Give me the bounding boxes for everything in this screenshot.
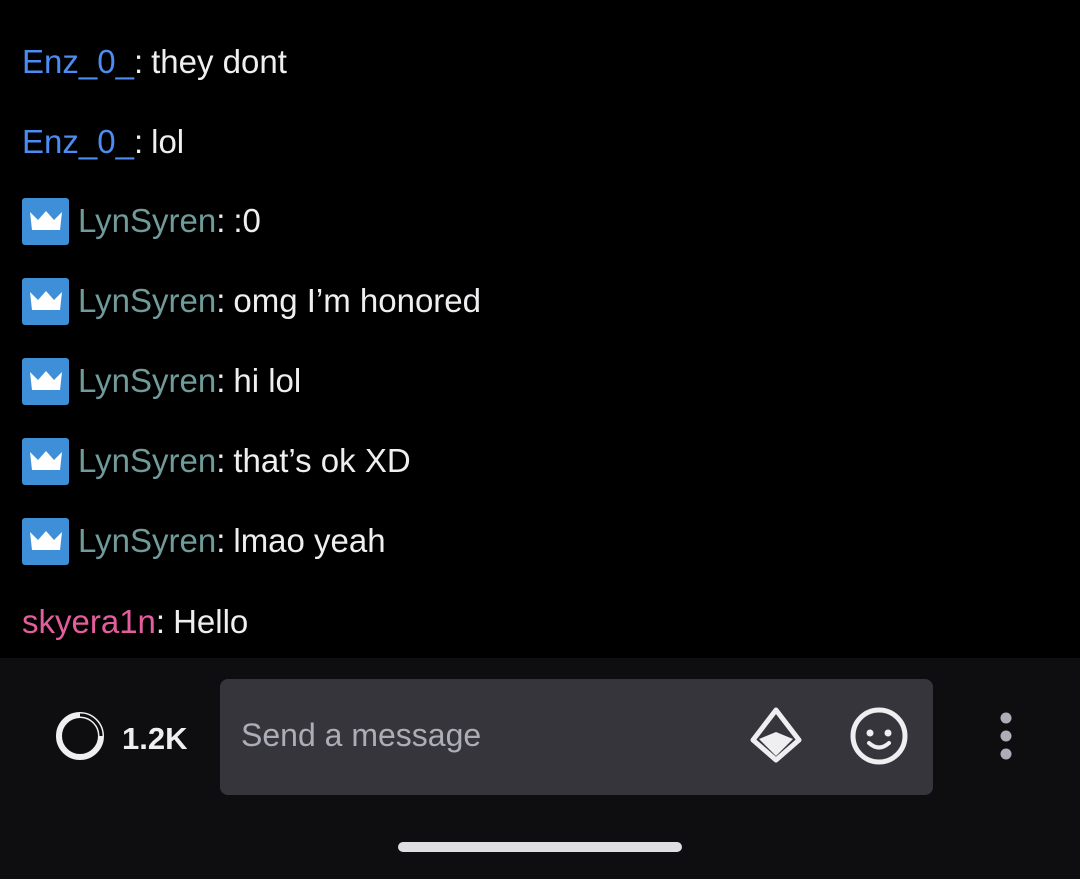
chat-separator: :: [216, 442, 226, 479]
message-input-placeholder: Send a message: [241, 717, 482, 753]
chat-text: lol: [151, 123, 185, 160]
viewer-count-button[interactable]: 1.2K: [54, 710, 187, 767]
chat-message: LynSyren : omg I’m honored: [22, 276, 481, 326]
crown-badge-icon[interactable]: [22, 197, 69, 245]
emote-icon: [849, 706, 909, 771]
chat-username[interactable]: LynSyren: [78, 282, 216, 320]
chat-username[interactable]: LynSyren: [78, 442, 216, 480]
chat-text: hi lol: [233, 362, 302, 399]
chat-text: lmao yeah: [233, 522, 386, 559]
chat-text: omg I’m honored: [233, 282, 481, 319]
chat-message: Enz_0_ : lol: [22, 117, 184, 167]
chat-message: LynSyren : hi lol: [22, 356, 301, 406]
emote-button[interactable]: [848, 707, 910, 769]
chat-list: Enz_0_ : they dont Enz_0_ : lol LynSyren…: [0, 0, 1080, 658]
chat-text: Hello: [173, 603, 249, 640]
chat-username[interactable]: LynSyren: [78, 202, 216, 240]
chat-text: they dont: [151, 43, 287, 80]
chat-message: skyera1n : Hello: [22, 597, 248, 647]
message-input[interactable]: Send a message: [220, 679, 933, 795]
chat-username[interactable]: Enz_0_: [22, 123, 134, 161]
chat-message: LynSyren : lmao yeah: [22, 516, 386, 566]
viewer-count-label: 1.2K: [122, 720, 188, 756]
crown-badge-icon[interactable]: [22, 517, 69, 565]
bits-button[interactable]: [748, 707, 804, 767]
chat-separator: :: [155, 603, 166, 640]
chat-text: :0: [233, 202, 261, 239]
chat-separator: :: [216, 282, 226, 319]
chat-separator: :: [216, 202, 226, 239]
chat-username[interactable]: LynSyren: [78, 362, 216, 400]
chat-message: LynSyren : :0: [22, 196, 261, 246]
chat-separator: :: [216, 522, 226, 559]
more-options-button[interactable]: [990, 708, 1022, 768]
chat-message: Enz_0_ : they dont: [22, 37, 287, 87]
chat-separator: :: [216, 362, 226, 399]
chat-message: LynSyren : that’s ok XD: [22, 436, 411, 486]
chat-username[interactable]: Enz_0_: [22, 43, 134, 81]
chat-username[interactable]: LynSyren: [78, 522, 216, 560]
viewers-icon: [54, 710, 106, 767]
more-vertical-icon: [998, 710, 1014, 767]
home-indicator[interactable]: [398, 842, 682, 852]
crown-badge-icon[interactable]: [22, 357, 69, 405]
chat-separator: :: [133, 43, 144, 80]
chat-username[interactable]: skyera1n: [22, 603, 156, 641]
crown-badge-icon[interactable]: [22, 277, 69, 325]
crown-badge-icon[interactable]: [22, 437, 69, 485]
chat-text: that’s ok XD: [233, 442, 411, 479]
chat-input-bar: 1.2K Send a message: [0, 658, 1080, 879]
bits-icon: [749, 706, 803, 769]
chat-separator: :: [133, 123, 144, 160]
